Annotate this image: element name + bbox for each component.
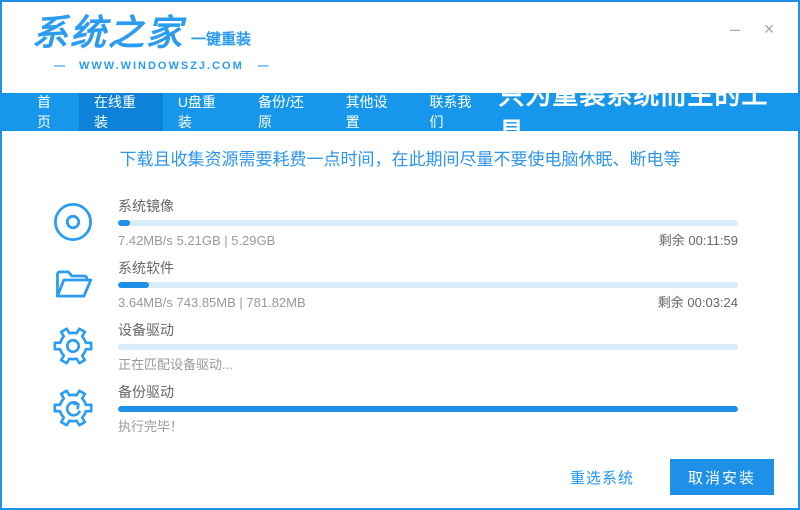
task-label: 备份驱动 <box>118 383 738 401</box>
nav-bar: 首页 在线重装 U盘重装 备份/还原 其他设置 联系我们 只为重装系统而生的工具 <box>2 93 798 131</box>
dash-left: — <box>54 60 65 72</box>
disc-icon <box>50 199 96 245</box>
app-window: 系统之家 一键重装 — WWW.WINDOWSZJ.COM — – × 首页 在… <box>0 0 800 510</box>
folder-icon <box>50 261 96 307</box>
tab-backup-restore[interactable]: 备份/还原 <box>243 93 331 131</box>
task-label: 系统镜像 <box>118 197 738 215</box>
task-status: 执行完毕！ <box>118 418 183 436</box>
task-status: 3.64MB/s 743.85MB | 781.82MB <box>118 294 306 312</box>
tab-online-reinstall[interactable]: 在线重装 <box>79 93 163 131</box>
progress-bar <box>118 344 738 350</box>
task-row-system-software: 系统软件 3.64MB/s 743.85MB | 781.82MB 剩余 00:… <box>50 259 738 312</box>
close-icon[interactable]: × <box>760 20 778 38</box>
progress-fill <box>118 282 149 288</box>
task-row-system-image: 系统镜像 7.42MB/s 5.21GB | 5.29GB 剩余 00:11:5… <box>50 197 738 250</box>
task-status: 7.42MB/s 5.21GB | 5.29GB <box>118 232 275 250</box>
tab-home[interactable]: 首页 <box>22 93 79 131</box>
nav-slogan: 只为重装系统而生的工具 <box>498 93 798 131</box>
progress-bar <box>118 220 738 226</box>
gear-sync-icon <box>50 385 96 431</box>
gear-icon <box>50 323 96 369</box>
logo: 系统之家 一键重装 — WWW.WINDOWSZJ.COM — <box>32 15 283 72</box>
logo-subtitle: 一键重装 <box>191 28 251 49</box>
cancel-install-button[interactable]: 取消安装 <box>670 459 774 495</box>
task-list: 系统镜像 7.42MB/s 5.21GB | 5.29GB 剩余 00:11:5… <box>2 183 798 446</box>
footer: 重选系统 取消安装 <box>2 446 798 508</box>
logo-title: 系统之家 <box>32 15 184 51</box>
dash-right: — <box>258 60 269 72</box>
task-row-backup-driver: 备份驱动 执行完毕！ <box>50 383 738 436</box>
task-row-device-driver: 设备驱动 正在匹配设备驱动... <box>50 321 738 374</box>
website-line: — WWW.WINDOWSZJ.COM — <box>32 60 283 72</box>
task-label: 系统软件 <box>118 259 738 277</box>
time-remaining: 剩余 00:11:59 <box>659 232 738 250</box>
time-remaining: 剩余 00:03:24 <box>658 294 738 312</box>
progress-bar <box>118 282 738 288</box>
progress-fill <box>118 220 130 226</box>
notice-text: 下载且收集资源需要耗费一点时间，在此期间尽量不要使电脑休眠、断电等 <box>2 131 798 183</box>
tab-usb-reinstall[interactable]: U盘重装 <box>163 93 243 131</box>
tab-contact-us[interactable]: 联系我们 <box>414 93 498 131</box>
website-url: WWW.WINDOWSZJ.COM <box>79 60 244 72</box>
minimize-icon[interactable]: – <box>726 20 744 38</box>
tab-other-settings[interactable]: 其他设置 <box>331 93 415 131</box>
progress-fill <box>118 406 738 412</box>
task-label: 设备驱动 <box>118 321 738 339</box>
window-controls: – × <box>726 20 778 38</box>
reselect-system-button[interactable]: 重选系统 <box>564 466 640 489</box>
progress-bar <box>118 406 738 412</box>
task-status: 正在匹配设备驱动... <box>118 356 233 374</box>
header: 系统之家 一键重装 — WWW.WINDOWSZJ.COM — – × <box>2 2 798 93</box>
